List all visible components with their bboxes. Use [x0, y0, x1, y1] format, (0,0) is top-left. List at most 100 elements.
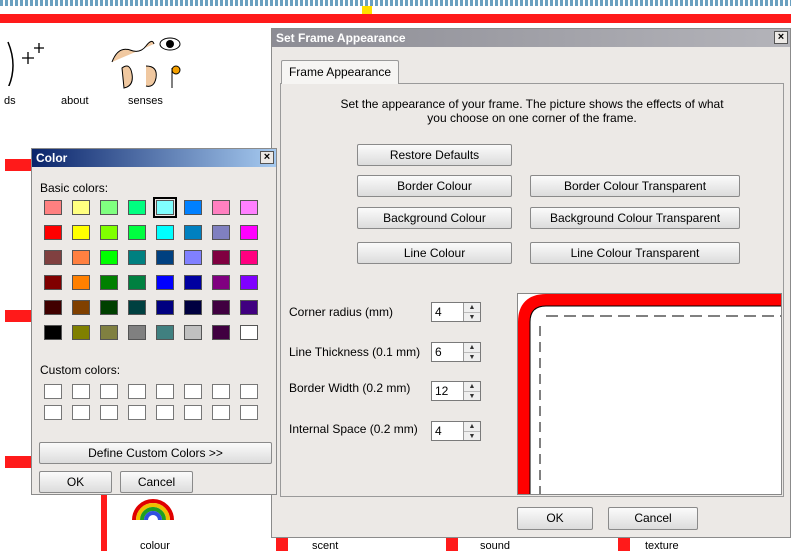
- custom-color-swatch[interactable]: [184, 384, 202, 399]
- line-colour-transparent-button[interactable]: Line Colour Transparent: [530, 242, 740, 264]
- close-button[interactable]: ×: [260, 151, 274, 164]
- color-swatch[interactable]: [240, 200, 258, 215]
- color-swatch[interactable]: [128, 250, 146, 265]
- internal-space-value[interactable]: 4: [435, 424, 442, 438]
- color-swatch[interactable]: [212, 300, 230, 315]
- decrement-icon[interactable]: ▼: [464, 391, 480, 401]
- increment-icon[interactable]: ▲: [464, 303, 480, 312]
- color-swatch[interactable]: [156, 250, 174, 265]
- increment-icon[interactable]: ▲: [464, 343, 480, 352]
- internal-space-stepper[interactable]: 4 ▲ ▼: [431, 421, 481, 441]
- color-swatch[interactable]: [100, 225, 118, 240]
- color-swatch[interactable]: [128, 200, 146, 215]
- color-swatch[interactable]: [100, 325, 118, 340]
- color-swatch[interactable]: [184, 225, 202, 240]
- color-swatch[interactable]: [72, 225, 90, 240]
- corner-radius-value[interactable]: 4: [435, 305, 442, 319]
- decrement-icon[interactable]: ▼: [464, 352, 480, 362]
- color-swatch[interactable]: [100, 300, 118, 315]
- line-thickness-stepper[interactable]: 6 ▲ ▼: [431, 342, 481, 362]
- custom-color-swatch[interactable]: [44, 384, 62, 399]
- custom-color-swatch[interactable]: [100, 405, 118, 420]
- color-swatch[interactable]: [156, 325, 174, 340]
- decrement-icon[interactable]: ▼: [464, 312, 480, 322]
- color-swatch[interactable]: [72, 300, 90, 315]
- increment-icon[interactable]: ▲: [464, 382, 480, 391]
- custom-color-swatch[interactable]: [128, 405, 146, 420]
- color-swatch[interactable]: [153, 197, 177, 218]
- custom-color-swatch[interactable]: [240, 405, 258, 420]
- color-swatch[interactable]: [100, 250, 118, 265]
- line-colour-button[interactable]: Line Colour: [357, 242, 512, 264]
- ok-button[interactable]: OK: [517, 507, 593, 530]
- color-swatch[interactable]: [156, 300, 174, 315]
- close-button[interactable]: ×: [774, 31, 788, 44]
- color-swatch[interactable]: [44, 300, 62, 315]
- color-swatch[interactable]: [240, 275, 258, 290]
- color-swatch[interactable]: [240, 325, 258, 340]
- background-colour-button[interactable]: Background Colour: [357, 207, 512, 229]
- border-width-value[interactable]: 12: [435, 384, 448, 398]
- color-swatch[interactable]: [72, 200, 90, 215]
- decrement-icon[interactable]: ▼: [464, 431, 480, 441]
- border-width-stepper[interactable]: 12 ▲ ▼: [431, 381, 481, 401]
- rainbow-icon: [132, 499, 174, 520]
- custom-color-swatch[interactable]: [44, 405, 62, 420]
- color-swatch[interactable]: [156, 275, 174, 290]
- cancel-button[interactable]: Cancel: [608, 507, 698, 530]
- color-swatch[interactable]: [184, 300, 202, 315]
- custom-color-swatch[interactable]: [128, 384, 146, 399]
- custom-color-swatch[interactable]: [72, 405, 90, 420]
- color-swatch[interactable]: [212, 225, 230, 240]
- custom-color-swatch[interactable]: [184, 405, 202, 420]
- color-swatch[interactable]: [156, 225, 174, 240]
- color-swatch[interactable]: [72, 250, 90, 265]
- color-dialog-titlebar[interactable]: Color ×: [32, 149, 276, 167]
- custom-color-swatch[interactable]: [156, 405, 174, 420]
- increment-icon[interactable]: ▲: [464, 422, 480, 431]
- custom-color-swatch[interactable]: [100, 384, 118, 399]
- color-swatch[interactable]: [44, 250, 62, 265]
- color-swatch[interactable]: [128, 300, 146, 315]
- custom-color-swatch[interactable]: [212, 384, 230, 399]
- line-thickness-value[interactable]: 6: [435, 345, 442, 359]
- symbol-label-colour: colour: [140, 540, 170, 552]
- dialog-titlebar[interactable]: Set Frame Appearance ×: [272, 29, 790, 47]
- color-swatch[interactable]: [212, 250, 230, 265]
- color-swatch[interactable]: [212, 275, 230, 290]
- color-swatch[interactable]: [44, 200, 62, 215]
- custom-color-swatch[interactable]: [156, 384, 174, 399]
- color-swatch[interactable]: [128, 325, 146, 340]
- color-swatch[interactable]: [72, 275, 90, 290]
- color-swatch[interactable]: [128, 225, 146, 240]
- close-icon: ×: [777, 31, 785, 43]
- custom-color-swatch[interactable]: [240, 384, 258, 399]
- define-custom-colors-button[interactable]: Define Custom Colors >>: [39, 442, 272, 464]
- color-swatch[interactable]: [240, 225, 258, 240]
- cancel-button[interactable]: Cancel: [120, 471, 193, 493]
- color-swatch[interactable]: [240, 250, 258, 265]
- color-swatch[interactable]: [44, 275, 62, 290]
- custom-color-swatch[interactable]: [212, 405, 230, 420]
- color-swatch[interactable]: [212, 200, 230, 215]
- border-colour-button[interactable]: Border Colour: [357, 175, 512, 197]
- color-swatch[interactable]: [184, 200, 202, 215]
- ok-button[interactable]: OK: [39, 471, 112, 493]
- restore-defaults-button[interactable]: Restore Defaults: [357, 144, 512, 166]
- corner-radius-stepper[interactable]: 4 ▲ ▼: [431, 302, 481, 322]
- tab-frame-appearance[interactable]: Frame Appearance: [281, 60, 399, 84]
- color-swatch[interactable]: [240, 300, 258, 315]
- color-swatch[interactable]: [212, 325, 230, 340]
- border-colour-transparent-button[interactable]: Border Colour Transparent: [530, 175, 740, 197]
- background-colour-transparent-button[interactable]: Background Colour Transparent: [530, 207, 740, 229]
- color-swatch[interactable]: [184, 275, 202, 290]
- color-swatch[interactable]: [128, 275, 146, 290]
- custom-color-swatch[interactable]: [72, 384, 90, 399]
- color-swatch[interactable]: [184, 250, 202, 265]
- color-swatch[interactable]: [72, 325, 90, 340]
- color-swatch[interactable]: [100, 200, 118, 215]
- color-swatch[interactable]: [44, 225, 62, 240]
- color-swatch[interactable]: [44, 325, 62, 340]
- color-swatch[interactable]: [100, 275, 118, 290]
- color-swatch[interactable]: [184, 325, 202, 340]
